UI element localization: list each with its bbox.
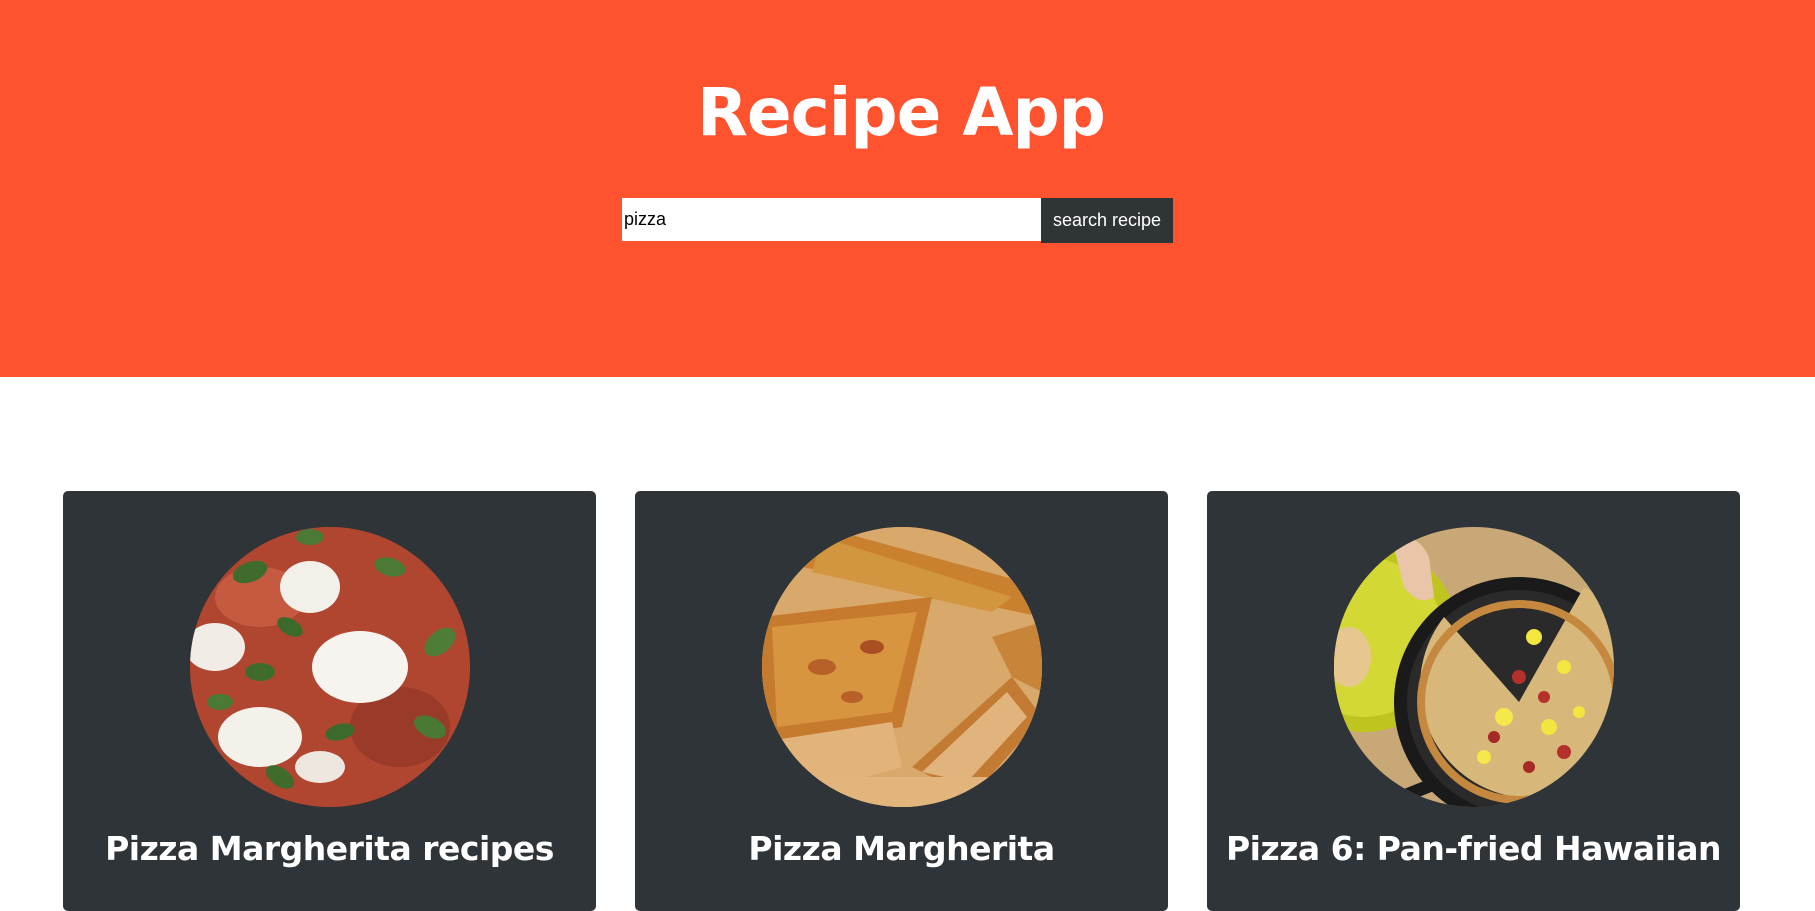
recipe-card[interactable]: Pizza Margherita [635,491,1168,911]
recipe-card[interactable]: Pizza Margherita recipes [63,491,596,911]
search-form: search recipe [622,198,1173,243]
recipe-card[interactable]: Pizza 6: Pan-fried Hawaiian [1207,491,1740,911]
pizza-slices-photo [761,527,1042,807]
app-title: Recipe App [697,74,1106,151]
pan-fried-hawaiian-pizza-photo [1333,527,1614,807]
search-input[interactable] [622,198,1041,241]
recipe-image [761,527,1042,807]
recipe-image [189,527,470,807]
recipe-image [1333,527,1614,807]
recipe-title: Pizza 6: Pan-fried Hawaiian [1225,829,1722,868]
recipe-title: Pizza Margherita recipes [105,829,554,868]
recipe-title: Pizza Margherita [748,829,1055,868]
pizza-margherita-photo [189,527,470,807]
header-banner: Recipe App search recipe [0,0,1815,377]
recipe-list: Pizza Margherita recipes Pizza Margherit… [63,491,1740,911]
search-recipe-button[interactable]: search recipe [1041,198,1173,243]
